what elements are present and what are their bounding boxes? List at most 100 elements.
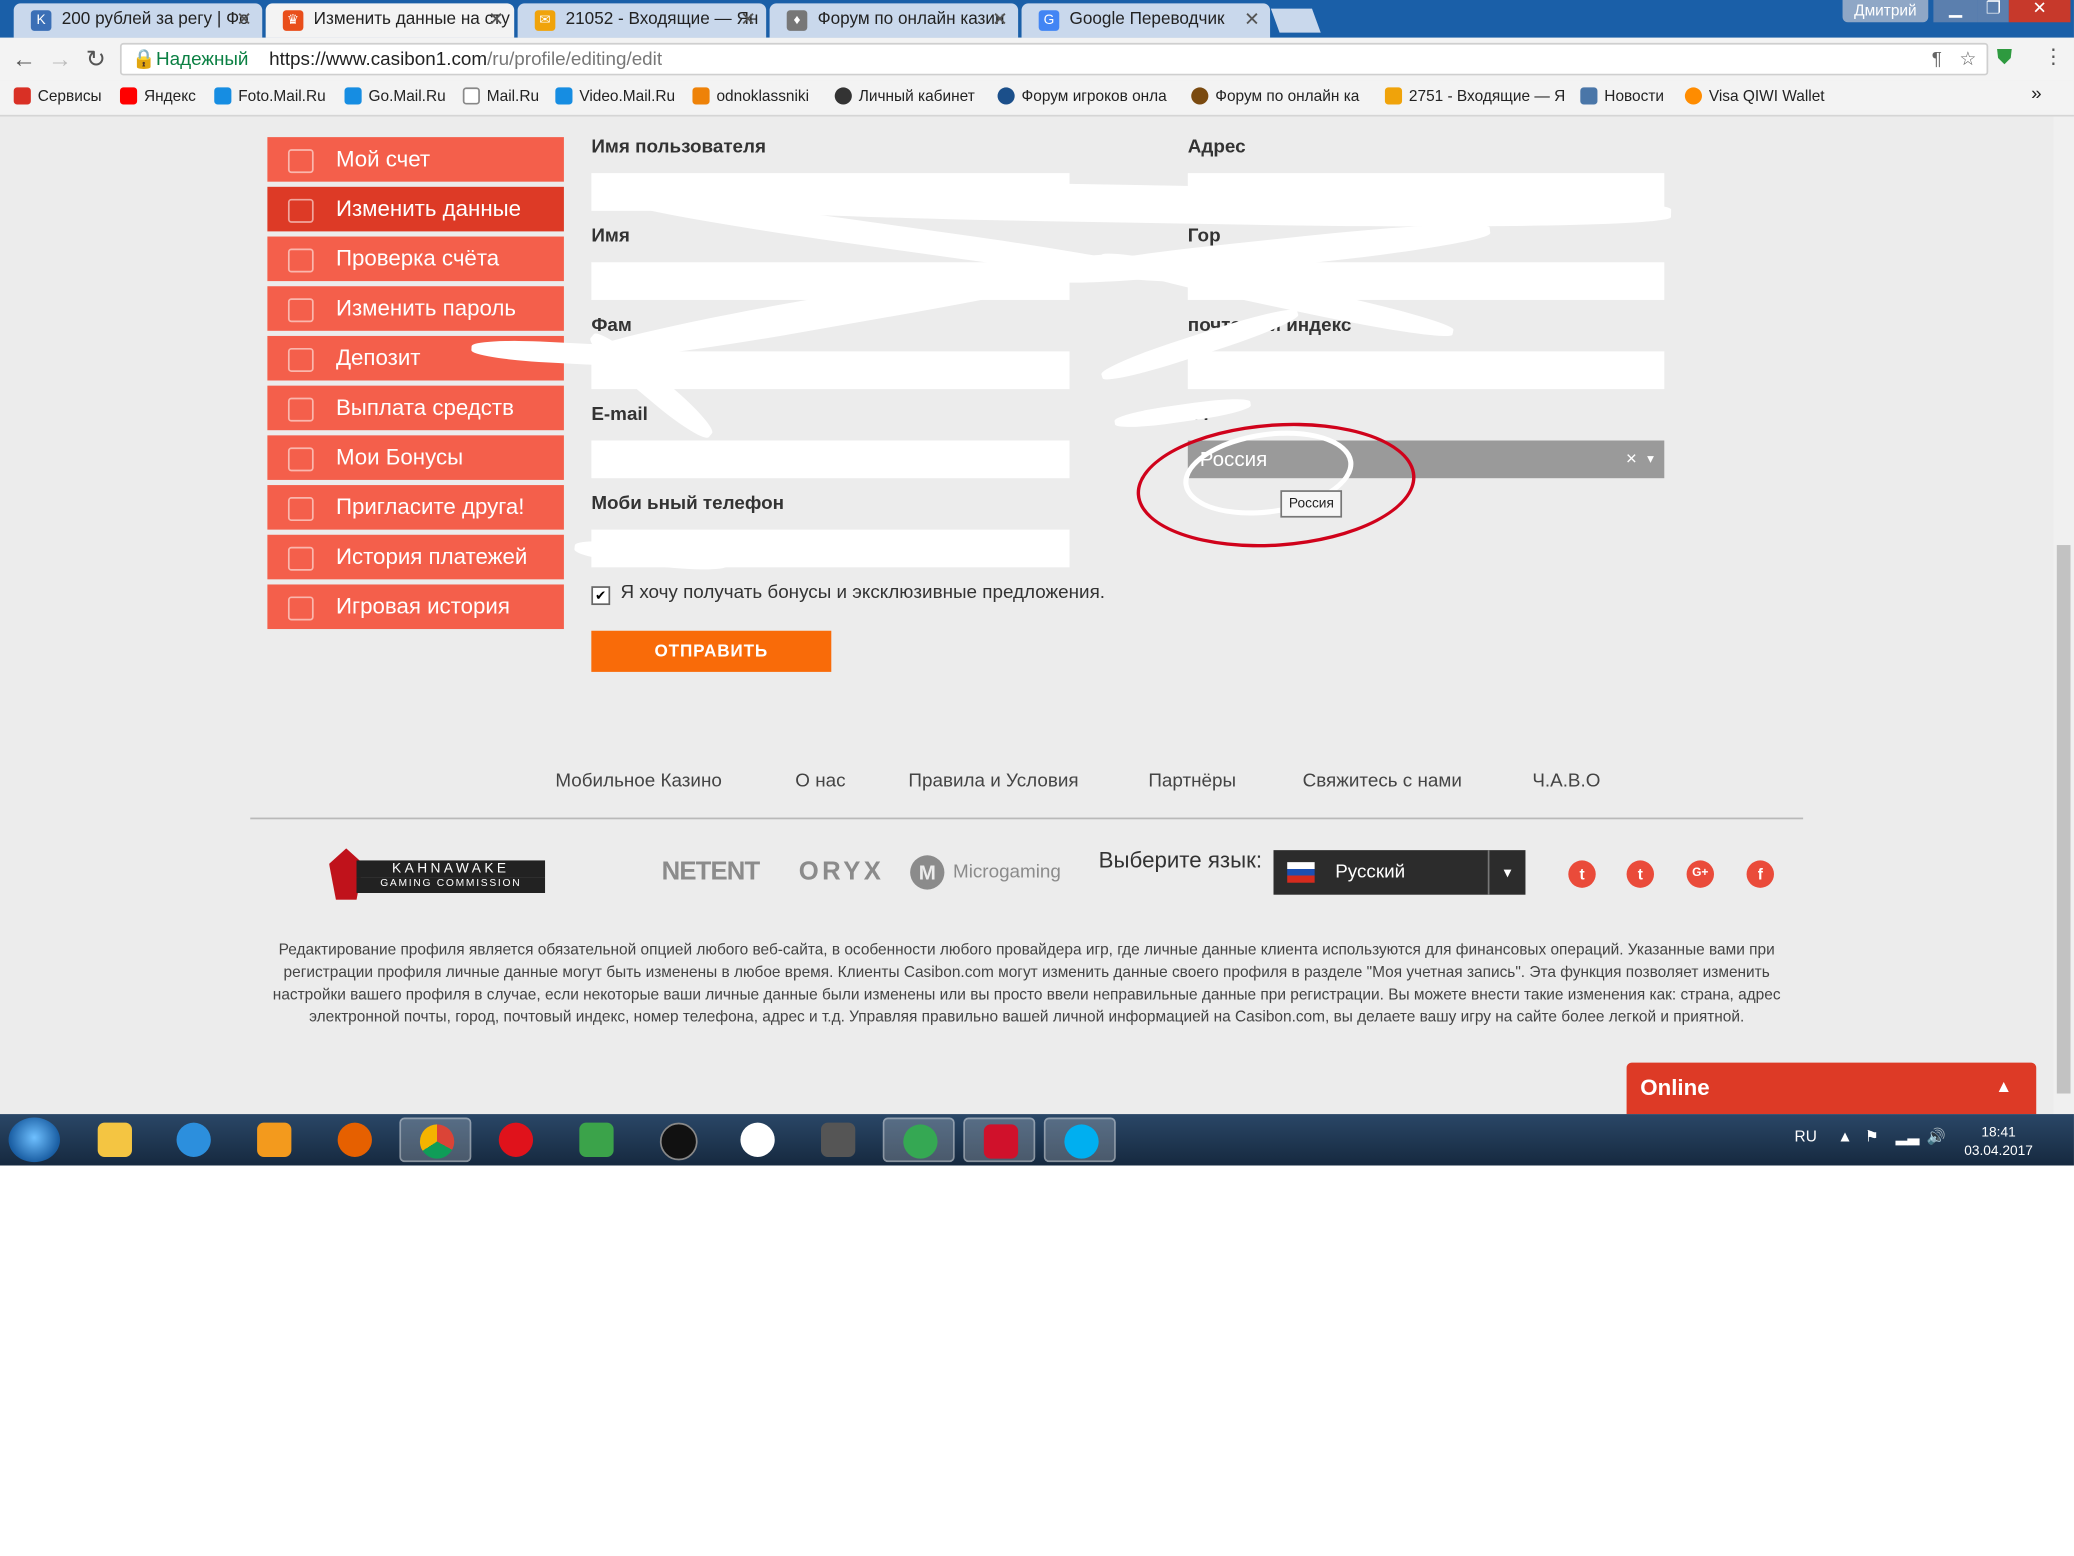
bookmark-item[interactable]: Сервисы — [13, 87, 102, 105]
taskbar-brk[interactable] — [641, 1118, 713, 1163]
sidebar-item-change-password[interactable]: Изменить пароль — [267, 286, 564, 331]
taskbar-opera[interactable] — [480, 1118, 552, 1163]
url-field[interactable]: 🔒 Надежный https://www.casibon1.com/ru/p… — [119, 42, 1989, 78]
footer-link-faq[interactable]: Ч.А.В.О — [1532, 771, 1600, 792]
footer-link-contact[interactable]: Свяжитесь с нами — [1303, 771, 1462, 792]
footer-link-partners[interactable]: Партнёры — [1148, 771, 1236, 792]
sidebar-item-verify-account[interactable]: Проверка счёта — [267, 236, 564, 282]
taskbar-monitor[interactable] — [882, 1117, 955, 1163]
taskbar-media-player[interactable] — [238, 1118, 310, 1163]
bookmark-item[interactable]: odnoklassniki — [692, 87, 809, 105]
oryx-logo: ORYX — [798, 857, 885, 887]
menu-dots-icon[interactable]: ⋮ — [2043, 45, 2064, 69]
submit-button[interactable]: ОТПРАВИТЬ — [591, 630, 832, 672]
skype-icon — [1064, 1124, 1099, 1159]
bookmark-item[interactable]: Новости — [1580, 87, 1664, 105]
bookmark-item[interactable]: Go.Mail.Ru — [344, 87, 446, 105]
zip-input[interactable] — [1187, 351, 1665, 390]
minimize-icon[interactable]: ▁ — [1933, 0, 1978, 23]
google-plus-icon[interactable]: G+ — [1686, 860, 1714, 888]
network-icon[interactable]: ▂▃ — [1896, 1128, 1920, 1147]
browser-tab-3[interactable]: ✉ 21052 - Входящие — Ян ✕ — [517, 3, 767, 38]
footer-link-about[interactable]: О нас — [795, 771, 845, 792]
footer-divider — [250, 817, 1804, 820]
sidebar-item-edit-data[interactable]: Изменить данные — [267, 186, 564, 232]
footer-link-terms[interactable]: Правила и Условия — [908, 771, 1078, 792]
taskbar-pokerstars[interactable] — [963, 1117, 1036, 1163]
sidebar-item-bonuses[interactable]: Мои Бонусы — [267, 435, 564, 480]
action-center-icon[interactable]: ⚑ — [1865, 1128, 1879, 1147]
new-tab-button[interactable] — [1270, 8, 1321, 33]
taskbar-world-of-tanks[interactable] — [802, 1118, 874, 1163]
sidebar-item-label: Выплата средств — [335, 394, 514, 420]
close-icon[interactable]: ✕ — [1244, 9, 1260, 31]
forward-arrow-icon[interactable]: → — [48, 45, 72, 72]
bookmark-item[interactable]: Форум по онлайн ка — [1191, 87, 1359, 105]
taskbar-ie[interactable] — [158, 1118, 230, 1163]
close-icon[interactable]: ✕ — [740, 9, 756, 31]
sidebar-item-invite-friend[interactable]: Пригласите друга! — [267, 485, 564, 530]
tumblr-icon[interactable]: t — [1626, 860, 1655, 888]
close-icon[interactable]: ✕ — [236, 9, 252, 31]
sidebar-item-label: Мой счет — [335, 145, 431, 172]
browser-tab-4[interactable]: ♦ Форум по онлайн казин ✕ — [769, 3, 1019, 38]
footer-link-mobile-casino[interactable]: Мобильное Казино — [555, 771, 722, 792]
bookmark-item[interactable]: Mail.Ru — [462, 87, 539, 105]
taskbar-opera-neon[interactable] — [722, 1118, 794, 1163]
bookmark-item[interactable]: Video.Mail.Ru — [555, 87, 675, 105]
close-icon[interactable]: ✕ — [992, 9, 1008, 31]
sidebar-item-withdrawal[interactable]: Выплата средств — [267, 385, 564, 431]
scrollbar-thumb[interactable] — [2056, 545, 2071, 1094]
browser-tab-1[interactable]: K 200 рублей за регу | Фо ✕ — [13, 3, 263, 38]
taskbar-skype[interactable] — [1043, 1117, 1116, 1163]
start-button[interactable] — [8, 1117, 60, 1163]
email-input[interactable] — [591, 440, 1070, 479]
sidebar-item-payment-history[interactable]: История платежей — [267, 534, 564, 580]
twitter-icon[interactable]: t — [1568, 860, 1596, 888]
profile-badge[interactable]: Дмитрий — [1842, 0, 1929, 23]
reload-icon[interactable]: ↻ — [86, 45, 106, 74]
tray-expand-icon[interactable]: ▲ — [1837, 1128, 1852, 1145]
browser-tab-5[interactable]: G Google Переводчик ✕ — [1021, 3, 1271, 38]
language-select[interactable]: Русский ▾ — [1273, 850, 1526, 895]
bookmark-item[interactable]: Яндекс — [119, 87, 196, 105]
taskbar-app[interactable] — [560, 1118, 632, 1163]
bookmark-item[interactable]: Форум игроков онла — [997, 87, 1167, 105]
system-clock[interactable]: 18:41 03.04.2017 — [1964, 1123, 2033, 1161]
language-indicator[interactable]: RU — [1795, 1128, 1817, 1145]
browser-tab-2[interactable]: ♛ Изменить данные на сту ✕ — [265, 3, 515, 38]
clock-date: 03.04.2017 — [1964, 1143, 2033, 1159]
taskbar-firefox[interactable] — [319, 1118, 391, 1163]
mail-favicon-icon: ✉ — [534, 10, 556, 31]
restore-icon[interactable]: ❐ — [1977, 0, 2009, 23]
sidebar-item-game-history[interactable]: Игровая история — [267, 584, 564, 630]
close-icon[interactable]: ✕ — [488, 9, 504, 31]
back-arrow-icon[interactable]: ← — [12, 45, 36, 72]
taskbar-explorer[interactable] — [79, 1118, 151, 1163]
bookmark-item[interactable]: Foto.Mail.Ru — [214, 87, 326, 105]
chevron-down-icon[interactable]: ▾ — [1487, 850, 1526, 895]
online-chat-bar[interactable]: Online ▲ — [1626, 1062, 2037, 1115]
star-icon[interactable]: ☆ — [1959, 45, 1976, 78]
chevron-up-icon[interactable]: ▲ — [1995, 1063, 2012, 1114]
bookmark-item[interactable]: 2751 - Входящие — Я — [1384, 87, 1565, 105]
bookmark-item[interactable]: Личный кабинет — [834, 87, 975, 105]
city-label: Гор — [1187, 226, 1221, 247]
shield-icon[interactable]: ⛊ — [1997, 45, 2012, 71]
gamepad-icon — [287, 596, 314, 621]
bonus-checkbox[interactable]: ✔ — [591, 586, 611, 606]
facebook-icon[interactable]: f — [1746, 860, 1774, 888]
clear-icon[interactable]: × — [1626, 440, 1637, 478]
taskbar-chrome[interactable] — [399, 1117, 472, 1163]
more-bookmarks-icon[interactable]: » — [2031, 84, 2041, 105]
bookmark-item[interactable]: Visa QIWI Wallet — [1684, 87, 1825, 105]
window-close-icon[interactable]: ✕ — [2008, 0, 2071, 23]
google-translate-favicon-icon: G — [1038, 10, 1060, 31]
extension-icon[interactable]: ¶ — [1932, 45, 1942, 78]
scrollbar[interactable] — [2053, 116, 2074, 1115]
language-label: Выберите язык: — [1098, 846, 1263, 873]
sidebar-item-my-account[interactable]: Мой счет — [267, 137, 564, 182]
sidebar-item-label: Депозит — [335, 344, 421, 371]
volume-icon[interactable]: 🔊 — [1927, 1128, 1946, 1147]
chevron-down-icon[interactable]: ▾ — [1647, 440, 1654, 478]
